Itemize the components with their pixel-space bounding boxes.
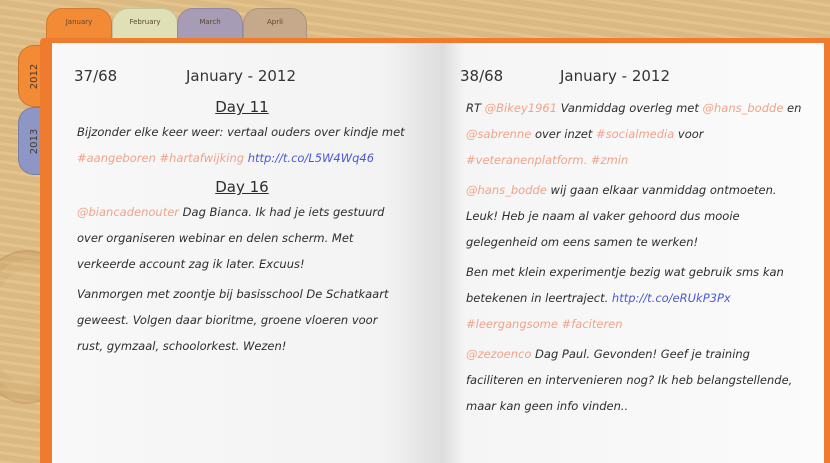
left-page: 37/68 January - 2012 Day 11 Bijzonder el… bbox=[52, 43, 442, 463]
hashtag-link[interactable]: #socialmedia bbox=[596, 127, 674, 141]
entry-text: Bijzonder elke keer weer: vertaal ouders… bbox=[77, 125, 405, 139]
tweet-entry: RT @Bikey1961 Vanmiddag overleg met @han… bbox=[466, 95, 806, 173]
diary-book: 37/68 January - 2012 Day 11 Bijzonder el… bbox=[40, 38, 830, 463]
entry-text: Vanmorgen met zoontje bij basisschool De… bbox=[77, 287, 389, 353]
tab-april[interactable]: April bbox=[243, 8, 307, 42]
left-page-content: Day 11 Bijzonder elke keer weer: vertaal… bbox=[77, 95, 407, 363]
url-link[interactable]: http://t.co/L5W4Wq46 bbox=[248, 151, 374, 165]
tweet-entry: @zezoenco Dag Paul. Gevonden! Geef je tr… bbox=[466, 341, 806, 419]
tweet-entry: Vanmorgen met zoontje bij basisschool De… bbox=[77, 281, 407, 359]
mention-link[interactable]: @Bikey1961 bbox=[485, 101, 557, 115]
entry-text: en bbox=[783, 101, 802, 115]
tab-january[interactable]: January bbox=[46, 8, 112, 42]
page-month: January - 2012 bbox=[560, 67, 670, 85]
tweet-entry: @hans_bodde wij gaan elkaar vanmiddag on… bbox=[466, 177, 806, 255]
hashtag-link[interactable]: #zmin bbox=[591, 153, 628, 167]
mention-link[interactable]: @zezoenco bbox=[466, 347, 531, 361]
entry-text: voor bbox=[674, 127, 704, 141]
hashtag-link[interactable]: #leergangsome bbox=[466, 317, 558, 331]
right-page: 38/68 January - 2012 RT @Bikey1961 Vanmi… bbox=[442, 43, 824, 463]
mention-link[interactable]: @sabrenne bbox=[466, 127, 531, 141]
tweet-entry: Bijzonder elke keer weer: vertaal ouders… bbox=[77, 119, 407, 171]
tab-march[interactable]: March bbox=[177, 8, 243, 42]
hashtag-link[interactable]: #veteranenplatform. bbox=[466, 153, 587, 167]
mention-link[interactable]: @hans_bodde bbox=[703, 101, 784, 115]
entry-text: Vanmiddag overleg met bbox=[557, 101, 703, 115]
url-link[interactable]: http://t.co/eRUkP3Px bbox=[612, 291, 731, 305]
entry-text: RT bbox=[466, 101, 485, 115]
day-heading: Day 16 bbox=[215, 178, 269, 196]
mention-link[interactable]: @hans_bodde bbox=[466, 183, 547, 197]
page-month: January - 2012 bbox=[186, 67, 296, 85]
right-page-content: RT @Bikey1961 Vanmiddag overleg met @han… bbox=[466, 95, 806, 423]
entry-text: over inzet bbox=[531, 127, 597, 141]
hashtag-link[interactable]: #hartafwijking bbox=[159, 151, 244, 165]
page-number: 38/68 bbox=[460, 67, 504, 85]
page-number: 37/68 bbox=[74, 67, 118, 85]
hashtag-link[interactable]: #aangeboren bbox=[77, 151, 156, 165]
day-heading: Day 11 bbox=[215, 98, 269, 116]
tweet-entry: Ben met klein experimentje bezig wat geb… bbox=[466, 259, 806, 337]
mention-link[interactable]: @biancadenouter bbox=[77, 205, 179, 219]
tab-february[interactable]: February bbox=[112, 8, 178, 42]
tweet-entry: @biancadenouter Dag Bianca. Ik had je ie… bbox=[77, 199, 407, 277]
hashtag-link[interactable]: #faciteren bbox=[562, 317, 623, 331]
